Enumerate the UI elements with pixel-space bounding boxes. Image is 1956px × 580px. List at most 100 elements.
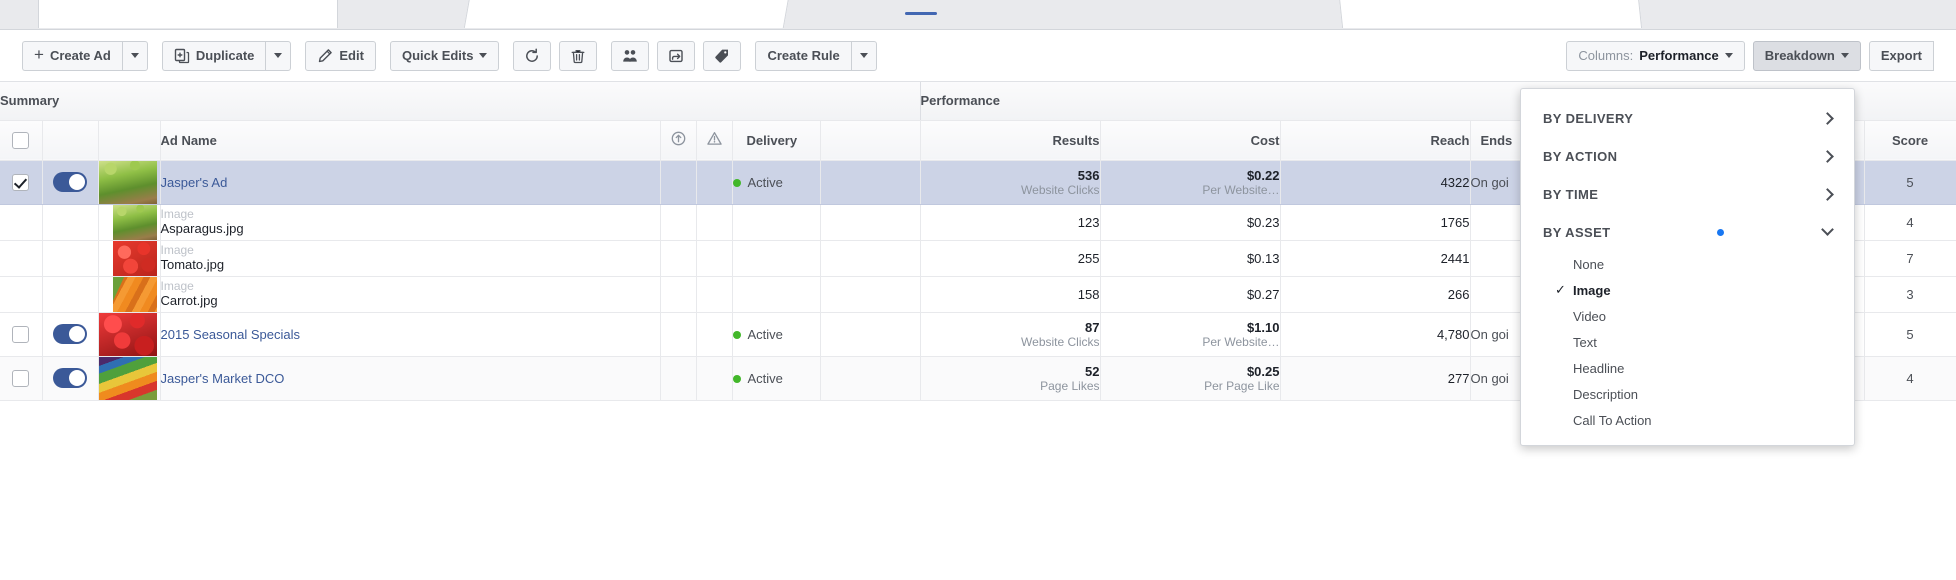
row-checkbox[interactable]: [12, 173, 30, 191]
cost-value: $0.27: [1246, 286, 1280, 302]
select-all-header[interactable]: [0, 120, 43, 161]
boost-column-header[interactable]: [660, 120, 697, 161]
warning-column-header[interactable]: [696, 120, 733, 161]
score-header[interactable]: Score: [1864, 120, 1956, 161]
audience-button[interactable]: [611, 40, 650, 71]
cost-unit: Per Website…: [1202, 182, 1280, 197]
status-dot-icon: [732, 374, 741, 383]
tomato-thumb: [112, 240, 157, 276]
tag-icon: [714, 48, 730, 64]
row-name-cell[interactable]: 2015 Seasonal Specials: [160, 312, 661, 357]
row-score-cell: 4: [1864, 356, 1956, 401]
boost-icon: [671, 131, 685, 146]
ad-name-link[interactable]: Jasper's Ad: [161, 175, 228, 190]
quick-edits-button[interactable]: Quick Edits: [389, 40, 500, 71]
create-rule-dropdown-button[interactable]: [850, 40, 877, 71]
create-ad-split-button[interactable]: + Create Ad: [22, 40, 148, 71]
row-name-cell[interactable]: Jasper's Ad: [160, 160, 661, 205]
score-value: 3: [1906, 286, 1914, 302]
duplicate-icon: [174, 48, 190, 64]
menu-item-text[interactable]: Text: [1521, 329, 1854, 355]
check-icon: ✓: [1555, 282, 1566, 297]
duplicate-split-button[interactable]: Duplicate: [161, 40, 292, 71]
row-warning-cell: [696, 356, 733, 401]
chevron-down-icon: [859, 53, 868, 58]
row-results-cell: 158: [920, 276, 1101, 313]
ad-name-link[interactable]: Jasper's Market DCO: [161, 371, 285, 386]
group-header-summary: Summary: [0, 82, 921, 121]
ad-name-header[interactable]: Ad Name: [160, 120, 661, 161]
cost-value: $0.23: [1246, 214, 1280, 230]
menu-item-description[interactable]: Description: [1521, 381, 1854, 407]
menu-item-label: Headline: [1573, 360, 1625, 376]
cost-unit: Per Page Like: [1204, 378, 1280, 393]
create-ad-dropdown-button[interactable]: [121, 40, 148, 71]
asset-file-name: Carrot.jpg: [160, 292, 218, 308]
row-checkbox[interactable]: [12, 325, 30, 343]
menu-group-by-delivery[interactable]: BY DELIVERY: [1521, 99, 1854, 137]
refresh-button[interactable]: [513, 40, 552, 71]
menu-item-call-to-action[interactable]: Call To Action: [1521, 407, 1854, 433]
quick-edits-label: Quick Edits: [401, 48, 474, 63]
row-select-cell[interactable]: [0, 160, 43, 205]
status-toggle[interactable]: [53, 172, 87, 192]
row-select-cell[interactable]: [0, 356, 43, 401]
row-warning-cell: [696, 160, 733, 205]
asset-type-label: Image: [160, 278, 194, 293]
row-select-cell[interactable]: [0, 312, 43, 357]
columns-prefix-label: Columns:: [1578, 48, 1634, 63]
share-icon: [668, 48, 684, 64]
delivery-header[interactable]: Delivery: [732, 120, 821, 161]
reach-header[interactable]: Reach: [1280, 120, 1471, 161]
delivery-status-label: Active: [747, 371, 783, 387]
row-status-cell: [42, 240, 99, 277]
menu-group-label: BY ACTION: [1543, 148, 1618, 164]
share-button[interactable]: [657, 40, 696, 71]
menu-group-by-asset[interactable]: BY ASSET: [1521, 213, 1854, 251]
edit-button[interactable]: Edit: [305, 40, 376, 71]
tag-button[interactable]: [703, 40, 742, 71]
status-toggle[interactable]: [53, 368, 87, 388]
columns-button[interactable]: Columns: Performance: [1566, 40, 1745, 71]
select-all-checkbox[interactable]: [12, 131, 30, 149]
create-rule-button[interactable]: Create Rule: [755, 40, 851, 71]
asset-type-label: Image: [160, 206, 194, 221]
menu-item-video[interactable]: Video: [1521, 303, 1854, 329]
menu-item-label: Video: [1573, 308, 1607, 324]
row-score-cell: 5: [1864, 160, 1956, 205]
score-value: 5: [1906, 174, 1914, 190]
ends-value: On goi: [1470, 326, 1509, 342]
duplicate-dropdown-button[interactable]: [265, 40, 292, 71]
row-status-cell[interactable]: [42, 312, 99, 357]
create-rule-label: Create Rule: [767, 48, 840, 63]
row-name-cell[interactable]: Jasper's Market DCO: [160, 356, 661, 401]
create-rule-split-button[interactable]: Create Rule: [755, 40, 877, 71]
menu-group-by-time[interactable]: BY TIME: [1521, 175, 1854, 213]
ad-name-link[interactable]: 2015 Seasonal Specials: [161, 327, 301, 342]
menu-item-label: Description: [1573, 386, 1639, 402]
results-header[interactable]: Results: [920, 120, 1101, 161]
create-ad-button[interactable]: + Create Ad: [22, 40, 122, 71]
status-dot-icon: [732, 330, 741, 339]
menu-item-headline[interactable]: Headline: [1521, 355, 1854, 381]
cost-header[interactable]: Cost: [1100, 120, 1281, 161]
row-thumbnail-cell: [98, 240, 161, 277]
chevron-down-icon: [1840, 53, 1849, 58]
menu-group-by-action[interactable]: BY ACTION: [1521, 137, 1854, 175]
breakdown-button[interactable]: Breakdown: [1752, 40, 1861, 71]
menu-item-none[interactable]: None: [1521, 251, 1854, 277]
chevron-right-icon: [1821, 149, 1834, 163]
duplicate-button[interactable]: Duplicate: [161, 40, 266, 71]
reach-value: 4322: [1440, 174, 1470, 190]
row-status-cell[interactable]: [42, 160, 99, 205]
reach-value: 266: [1447, 286, 1470, 302]
status-toggle[interactable]: [53, 324, 87, 344]
row-checkbox[interactable]: [12, 369, 30, 387]
tab-shape-right: [1337, 0, 1643, 28]
export-label: Export: [1880, 48, 1922, 63]
menu-item-image[interactable]: ✓ Image: [1521, 277, 1854, 303]
row-boost-cell: [660, 240, 697, 277]
delete-button[interactable]: [559, 40, 598, 71]
export-button[interactable]: Export: [1868, 40, 1934, 71]
row-status-cell[interactable]: [42, 356, 99, 401]
